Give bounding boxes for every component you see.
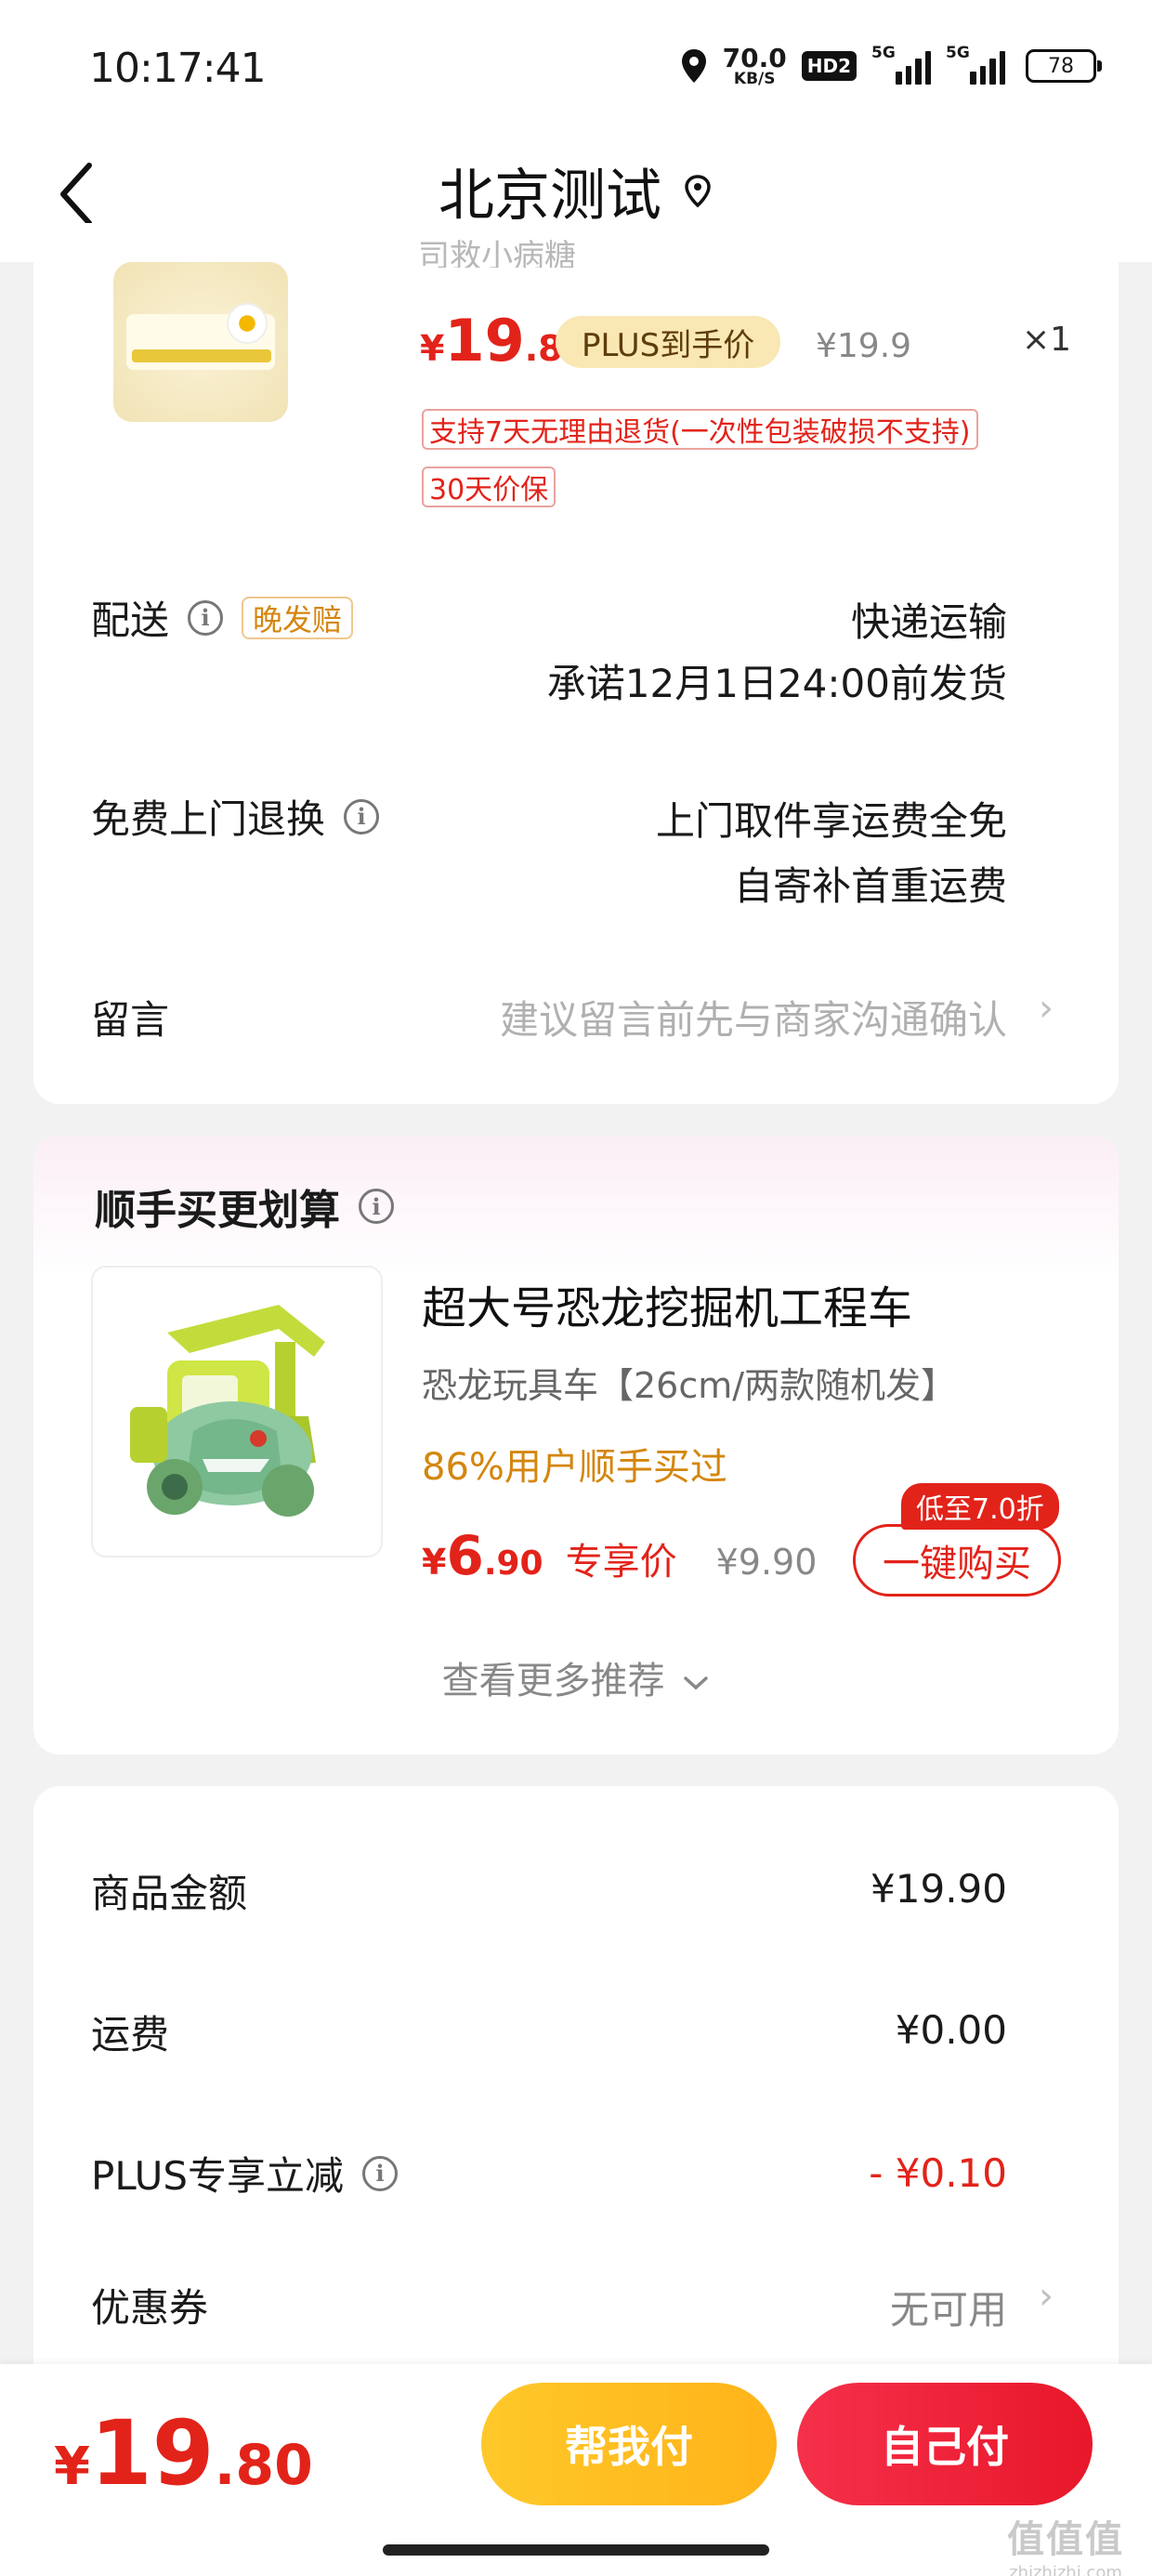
price-currency: ¥ bbox=[420, 328, 445, 369]
pay-self-button[interactable]: 自己付 bbox=[797, 2383, 1093, 2505]
signal-icon-2: 5G bbox=[946, 44, 1005, 85]
plus-discount-label: PLUS专享立减 bbox=[91, 2153, 345, 2199]
price-int: 19 bbox=[444, 307, 525, 375]
quantity: ×1 bbox=[1022, 321, 1072, 359]
toy-image[interactable] bbox=[91, 1266, 383, 1557]
toy-price-currency: ¥ bbox=[422, 1542, 447, 1583]
product-image[interactable] bbox=[113, 262, 288, 422]
dinosaur-excavator-image bbox=[130, 1305, 325, 1517]
total-currency: ¥ bbox=[54, 2437, 90, 2497]
toy-social-proof: 86%用户顺手买过 bbox=[422, 1446, 727, 1489]
plus-discount-value: - ¥0.10 bbox=[869, 2150, 1007, 2196]
delivery-promise: 承诺12月1日24:00前发货 bbox=[546, 661, 1007, 706]
late-compensation-badge: 晚发赔 bbox=[242, 596, 354, 639]
returns-label: 免费上门退换 bbox=[91, 796, 326, 842]
location-pin-icon bbox=[685, 174, 711, 207]
toy-price-dec: .90 bbox=[483, 1544, 543, 1583]
return-policy-tag: 支持7天无理由退货(一次性包装破损不支持) bbox=[422, 409, 978, 450]
net-speed-value: 70.0 bbox=[722, 42, 787, 73]
page-title: 北京测试 bbox=[439, 164, 661, 229]
toy-spec: 恐龙玩具车【26cm/两款随机发】 bbox=[422, 1365, 957, 1406]
signal-label-2: 5G bbox=[946, 44, 970, 62]
addon-title: 顺手买更划算 bbox=[95, 1187, 340, 1234]
home-indicator[interactable] bbox=[383, 2544, 769, 2556]
toy-price-int: 6 bbox=[446, 1524, 484, 1587]
delivery-label-row: 配送 i 晚发赔 bbox=[91, 589, 354, 646]
addon-title-row: 顺手买更划算 i bbox=[95, 1176, 394, 1236]
plus-price-badge: PLUS到手价 bbox=[556, 316, 781, 368]
battery-icon: 78 bbox=[1026, 49, 1102, 83]
status-time: 10:17:41 bbox=[89, 45, 267, 92]
watermark-url: zhizhizhi.com bbox=[1009, 2563, 1122, 2576]
plus-discount-row: PLUS专享立减 i bbox=[91, 2145, 399, 2201]
returns-line2: 自寄补首重运费 bbox=[733, 863, 1007, 909]
total-int: 19 bbox=[89, 2401, 215, 2505]
toy-name[interactable]: 超大号恐龙挖掘机工程车 bbox=[422, 1271, 912, 1336]
location-status-icon bbox=[681, 49, 706, 83]
signal-icon: 5G bbox=[871, 44, 931, 85]
chevron-down-icon bbox=[684, 1676, 709, 1690]
info-icon[interactable]: i bbox=[359, 1189, 394, 1224]
label-stripe-graphic bbox=[132, 349, 271, 362]
watermark-text: 值值值 bbox=[1007, 2518, 1124, 2561]
status-bar: 10:17:41 70.0 KB/S HD2 5G 5G 78 bbox=[0, 0, 1152, 130]
help-me-pay-button[interactable]: 帮我付 bbox=[481, 2383, 777, 2505]
shipping-value: ¥0.00 bbox=[895, 2007, 1007, 2053]
message-label: 留言 bbox=[91, 997, 170, 1043]
delivery-method: 快递运输 bbox=[850, 599, 1007, 645]
delivery-label: 配送 bbox=[91, 598, 170, 643]
watermark-logo: 值值值 zhizhizhi.com bbox=[996, 2509, 1135, 2576]
product-price: ¥19.8 bbox=[420, 307, 563, 375]
total-price: ¥ 19 .80 bbox=[54, 2401, 313, 2505]
info-icon[interactable]: i bbox=[362, 2155, 399, 2191]
net-speed-unit: KB/S bbox=[733, 69, 776, 88]
message-input[interactable]: 建议留言前先与商家沟通确认 bbox=[500, 989, 1007, 1045]
toy-price-row: ¥ 6 .90 专享价 ¥9.90 bbox=[422, 1524, 817, 1587]
coupon-label: 优惠券 bbox=[91, 2285, 209, 2331]
original-price: ¥19.9 bbox=[816, 327, 912, 365]
coupon-value[interactable]: 无可用 bbox=[890, 2279, 1007, 2335]
goods-amount-label: 商品金额 bbox=[91, 1871, 248, 1916]
shipping-label: 运费 bbox=[91, 2012, 170, 2057]
exclusive-price-label: 专享价 bbox=[565, 1541, 677, 1584]
price-protect-tag: 30天价保 bbox=[422, 467, 556, 507]
discount-badge: 低至7.0折 bbox=[901, 1483, 1059, 1530]
one-click-buy-button[interactable]: 一键购买 bbox=[853, 1524, 1061, 1597]
info-icon[interactable]: i bbox=[188, 599, 224, 636]
toy-original-price: ¥9.90 bbox=[715, 1542, 818, 1583]
goods-amount-value: ¥19.90 bbox=[871, 1866, 1007, 1912]
hd-icon: HD2 bbox=[801, 51, 857, 81]
chevron-right-icon[interactable]: › bbox=[1039, 2275, 1054, 2318]
more-recommendations-link[interactable]: 查看更多推荐 bbox=[0, 1650, 1152, 1704]
returns-label-row: 免费上门退换 i bbox=[91, 788, 380, 845]
nav-title-wrap[interactable]: 北京测试 bbox=[0, 151, 1152, 231]
returns-line1: 上门取件享运费全免 bbox=[655, 798, 1007, 844]
info-icon[interactable]: i bbox=[344, 798, 380, 835]
signal-label: 5G bbox=[871, 44, 896, 62]
more-recommendations-label: 查看更多推荐 bbox=[441, 1660, 665, 1702]
total-dec: .80 bbox=[214, 2433, 313, 2498]
chevron-right-icon[interactable]: › bbox=[1039, 987, 1054, 1030]
product-name-cut: 司救小病糖 bbox=[418, 238, 576, 268]
daisy-icon bbox=[229, 305, 266, 342]
status-icons: 70.0 KB/S HD2 5G 5G 78 bbox=[680, 42, 1102, 89]
net-speed: 70.0 KB/S bbox=[722, 42, 787, 88]
